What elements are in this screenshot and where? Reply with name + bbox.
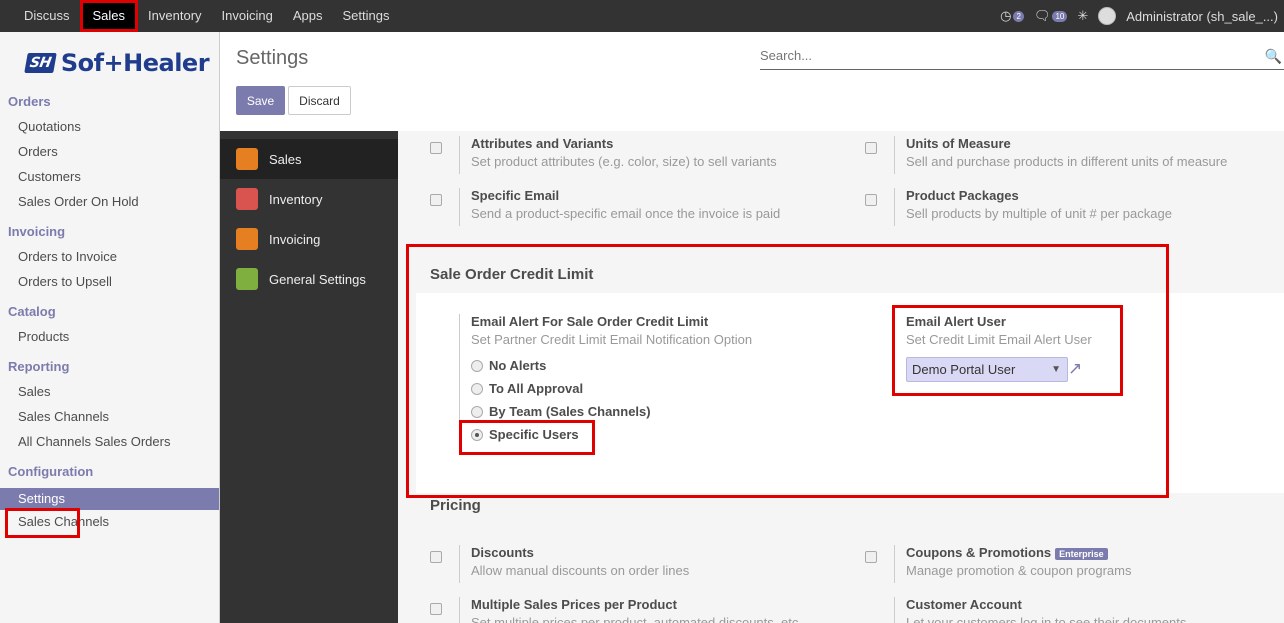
logo-text: Sof+Healer bbox=[60, 49, 210, 77]
menu-discuss[interactable]: Discuss bbox=[14, 0, 80, 32]
softhealer-logo[interactable]: SH Sof+Healer bbox=[24, 49, 210, 77]
messages-button[interactable]: 🗨 10 bbox=[1033, 8, 1068, 24]
checkbox[interactable] bbox=[430, 194, 442, 206]
sidebar-item-orders-to-upsell[interactable]: Orders to Upsell bbox=[0, 273, 219, 298]
app-tab-sales[interactable]: Sales bbox=[220, 139, 398, 179]
section-catalog: Catalog bbox=[8, 304, 56, 319]
sidebar-item-sales[interactable]: Sales bbox=[0, 383, 219, 408]
activity-count: 2 bbox=[1013, 10, 1024, 22]
menu-inventory[interactable]: Inventory bbox=[138, 0, 211, 32]
checkbox[interactable] bbox=[865, 194, 877, 206]
discard-button[interactable]: Discard bbox=[288, 86, 351, 115]
menu-settings[interactable]: Settings bbox=[332, 0, 399, 32]
section-configuration: Configuration bbox=[8, 464, 94, 479]
setting-title: Specific Email bbox=[471, 188, 560, 203]
message-count: 10 bbox=[1052, 10, 1068, 22]
bug-icon[interactable]: ✳ bbox=[1077, 8, 1088, 24]
sidebar-item-customers[interactable]: Customers bbox=[0, 168, 219, 193]
setting-title: Units of Measure bbox=[906, 136, 1011, 151]
sidebar: SH Sof+Healer Orders Quotations Orders C… bbox=[0, 32, 220, 623]
search-icon[interactable]: 🔍 bbox=[1265, 48, 1282, 65]
logo-mark: SH bbox=[24, 53, 57, 73]
systray: ◷ 2 🗨 10 ✳ Administrator (sh_sale_...) bbox=[1000, 0, 1278, 32]
app-tab-invoicing[interactable]: Invoicing bbox=[220, 219, 398, 259]
checkbox[interactable] bbox=[430, 551, 442, 563]
setting-desc: Allow manual discounts on order lines bbox=[471, 563, 690, 578]
settings-app-list: Sales Inventory Invoicing General Settin… bbox=[220, 131, 398, 623]
search-input[interactable] bbox=[760, 48, 1284, 63]
search-box: 🔍 bbox=[760, 48, 1284, 70]
invoicing-document-icon bbox=[236, 228, 258, 250]
inventory-warehouse-icon bbox=[236, 188, 258, 210]
app-tab-inventory[interactable]: Inventory bbox=[220, 179, 398, 219]
save-button[interactable]: Save bbox=[236, 86, 285, 115]
setting-desc: Set product attributes (e.g. color, size… bbox=[471, 154, 777, 169]
sidebar-item-quotations[interactable]: Quotations bbox=[0, 118, 219, 143]
menu-invoicing[interactable]: Invoicing bbox=[212, 0, 283, 32]
section-reporting: Reporting bbox=[8, 359, 70, 374]
setting-desc: Let your customers log in to see their d… bbox=[906, 615, 1187, 623]
settings-content: Attributes and Variants Set product attr… bbox=[398, 131, 1284, 623]
setting-title: Discounts bbox=[471, 545, 534, 560]
sidebar-item-all-channels-sales-orders[interactable]: All Channels Sales Orders bbox=[0, 433, 219, 458]
setting-desc: Send a product-specific email once the i… bbox=[471, 206, 781, 221]
credit-limit-highlight bbox=[406, 244, 1169, 498]
sidebar-nav: Orders Quotations Orders Customers Sales… bbox=[0, 93, 219, 538]
top-navbar: Discuss Sales Inventory Invoicing Apps S… bbox=[0, 0, 1284, 32]
menu-sales[interactable]: Sales bbox=[79, 0, 139, 32]
setting-title: Customer Account bbox=[906, 597, 1022, 612]
avatar[interactable] bbox=[1098, 7, 1117, 25]
settings-highlight bbox=[5, 508, 80, 538]
sidebar-item-orders[interactable]: Orders bbox=[0, 143, 219, 168]
checkbox[interactable] bbox=[865, 551, 877, 563]
enterprise-badge: Enterprise bbox=[1055, 547, 1108, 560]
setting-desc: Set multiple prices per product, automat… bbox=[471, 615, 802, 623]
app-tab-general-settings[interactable]: General Settings bbox=[220, 259, 398, 299]
setting-desc: Sell and purchase products in different … bbox=[906, 154, 1228, 169]
checkbox[interactable] bbox=[430, 603, 442, 615]
section-orders: Orders bbox=[8, 94, 51, 109]
clock-icon: ◷ bbox=[1000, 8, 1012, 23]
setting-desc: Manage promotion & coupon programs bbox=[906, 563, 1132, 578]
gear-icon bbox=[236, 268, 258, 290]
checkbox[interactable] bbox=[865, 142, 877, 154]
sidebar-item-orders-to-invoice[interactable]: Orders to Invoice bbox=[0, 248, 219, 273]
setting-title: Product Packages bbox=[906, 188, 1019, 203]
sales-chart-icon bbox=[236, 148, 258, 170]
section-pricing: Pricing bbox=[430, 497, 481, 514]
activity-button[interactable]: ◷ 2 bbox=[1000, 8, 1024, 24]
setting-title: Coupons & Promotions bbox=[906, 545, 1052, 560]
sidebar-item-sales-order-on-hold[interactable]: Sales Order On Hold bbox=[0, 193, 219, 218]
menu-apps[interactable]: Apps bbox=[283, 0, 333, 32]
app-label: Inventory bbox=[269, 191, 323, 207]
page-title: Settings bbox=[236, 47, 309, 69]
setting-title: Multiple Sales Prices per Product bbox=[471, 597, 677, 612]
main-menu: Discuss Sales Inventory Invoicing Apps S… bbox=[14, 0, 399, 32]
setting-desc: Sell products by multiple of unit # per … bbox=[906, 206, 1172, 221]
checkbox[interactable] bbox=[430, 142, 442, 154]
user-menu[interactable]: Administrator (sh_sale_...) bbox=[1126, 9, 1278, 24]
control-panel: Settings 🔍 Save Discard bbox=[220, 32, 1284, 131]
sidebar-item-sales-channels-report[interactable]: Sales Channels bbox=[0, 408, 219, 433]
sidebar-item-products[interactable]: Products bbox=[0, 328, 219, 353]
sidebar-item-settings[interactable]: Settings bbox=[0, 488, 219, 510]
section-invoicing: Invoicing bbox=[8, 224, 66, 239]
app-label: General Settings bbox=[269, 271, 366, 287]
setting-title: Attributes and Variants bbox=[471, 136, 614, 151]
chat-icon: 🗨 bbox=[1033, 8, 1051, 23]
app-label: Sales bbox=[269, 151, 302, 167]
app-label: Invoicing bbox=[269, 231, 321, 247]
